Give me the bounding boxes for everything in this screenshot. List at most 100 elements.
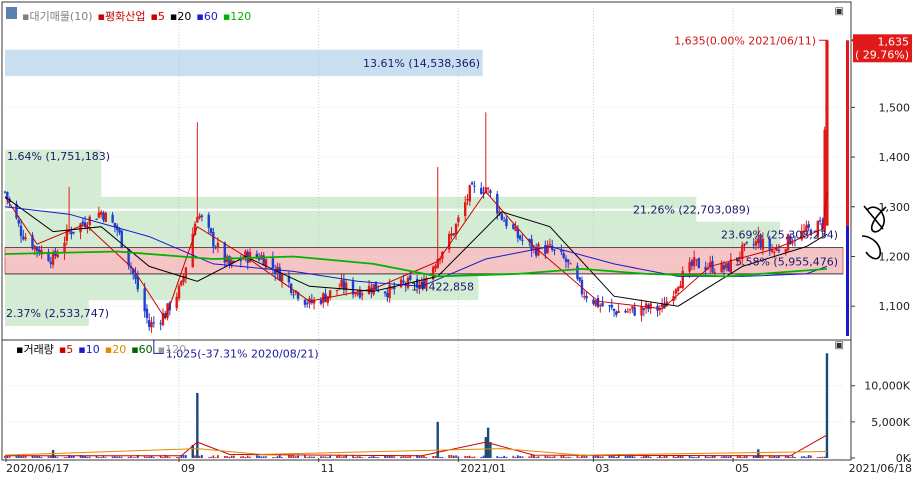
price-candle xyxy=(505,218,508,227)
legend-item[interactable]: ▪5 xyxy=(150,10,164,23)
legend-item[interactable]: ▪평화산업 xyxy=(98,10,146,23)
price-candle xyxy=(340,279,343,288)
volume-bar xyxy=(791,455,794,458)
price-candle xyxy=(512,224,515,229)
volume-bar xyxy=(761,456,764,458)
legend-item[interactable]: ▪대기매물(10) xyxy=(22,10,93,23)
volume-bar xyxy=(418,456,421,458)
volume-bar xyxy=(551,456,554,458)
price-candle xyxy=(470,182,474,185)
price-candle xyxy=(175,296,178,309)
volume-bar xyxy=(372,455,375,458)
volume-bar xyxy=(608,455,611,458)
legend-item[interactable]: ▪60 xyxy=(131,343,152,356)
volume-bar xyxy=(310,456,313,458)
volume-profile-blue xyxy=(846,225,849,336)
volume-bar xyxy=(400,456,403,458)
volume-bar xyxy=(697,455,700,458)
legend-item[interactable]: ▪5 xyxy=(59,343,73,356)
price-candle xyxy=(255,253,259,258)
volume-bar xyxy=(656,457,659,458)
volume-bar xyxy=(434,456,437,458)
price-candle xyxy=(56,254,59,258)
price-candle xyxy=(97,212,101,218)
volume-bar xyxy=(194,455,196,458)
volume-bar xyxy=(404,456,407,458)
price-axis-label: 1,200 xyxy=(879,250,911,263)
price-candle xyxy=(585,295,588,299)
volume-bar xyxy=(340,456,343,458)
volume-bar xyxy=(583,455,586,458)
volume-bar xyxy=(130,456,132,458)
price-candle xyxy=(521,239,524,241)
price-candle xyxy=(111,214,114,223)
volume-bar xyxy=(391,456,393,458)
volume-bar xyxy=(423,455,425,458)
volume-bar xyxy=(100,457,103,458)
volume-bar xyxy=(201,455,203,458)
volume-bar-spike xyxy=(757,449,760,458)
price-candle xyxy=(642,308,646,310)
volume-bar xyxy=(36,456,38,458)
volume-bar xyxy=(704,456,707,458)
price-candle xyxy=(612,308,616,311)
volume-bar xyxy=(111,456,114,458)
volume-bar xyxy=(544,455,547,458)
volume-bar xyxy=(482,455,485,458)
volume-bar xyxy=(265,456,267,458)
price-candle xyxy=(624,310,627,313)
price-candle xyxy=(548,244,552,246)
price-candle xyxy=(608,305,611,307)
price-candle xyxy=(473,185,476,187)
price-candle xyxy=(447,234,451,250)
legend-item[interactable]: ▪10 xyxy=(78,343,99,356)
panel-maximize-button[interactable]: ▣ xyxy=(835,340,844,351)
volume-bar-spike xyxy=(484,437,488,458)
volume-bar xyxy=(361,457,364,458)
price-candle xyxy=(319,299,323,304)
volume-bar xyxy=(601,456,604,458)
legend-item[interactable]: ▪거래량 xyxy=(16,343,54,356)
legend-item[interactable]: ▪120 xyxy=(223,10,251,23)
volume-bar xyxy=(86,456,89,458)
volume-bar xyxy=(771,456,773,458)
price-candle xyxy=(722,265,726,270)
volume-bar xyxy=(260,456,263,458)
legend-item[interactable]: ▪20 xyxy=(105,343,126,356)
volume-bar xyxy=(560,455,563,458)
volume-bar xyxy=(610,455,613,458)
volume-bar xyxy=(516,455,519,458)
volume-bar xyxy=(281,457,283,458)
price-candle xyxy=(564,258,568,262)
volume-bar xyxy=(182,454,185,458)
legend-item[interactable]: ▪60 xyxy=(196,10,217,23)
price-candle xyxy=(209,228,213,234)
chart-icon[interactable] xyxy=(6,7,17,19)
volume-bar xyxy=(407,456,409,458)
volume-bar xyxy=(65,456,68,458)
price-candle xyxy=(102,212,105,221)
price-candle xyxy=(49,261,52,264)
volume-bar xyxy=(448,455,451,458)
supply-band-label-partial: 14,422,858 xyxy=(411,280,474,293)
volume-bar xyxy=(148,456,151,458)
volume-bar xyxy=(480,456,483,458)
price-candle xyxy=(818,220,822,222)
volume-bar xyxy=(693,456,696,458)
volume-bar xyxy=(807,455,810,458)
price-candle xyxy=(553,249,556,251)
legend-item[interactable]: ▪20 xyxy=(170,10,191,23)
volume-bar xyxy=(322,456,325,458)
price-candle xyxy=(514,227,517,231)
panel-maximize-button[interactable]: ▣ xyxy=(835,6,844,17)
volume-bar xyxy=(615,456,618,458)
volume-bar xyxy=(118,456,121,458)
price-candle xyxy=(452,233,455,236)
legend-item[interactable]: ▪120 xyxy=(158,343,186,356)
price-candle xyxy=(216,242,220,248)
price-candle xyxy=(214,247,217,249)
price-candle xyxy=(631,306,634,309)
price-candle xyxy=(567,259,570,263)
price-candle xyxy=(335,289,339,291)
x-axis-label: 11 xyxy=(321,462,335,475)
